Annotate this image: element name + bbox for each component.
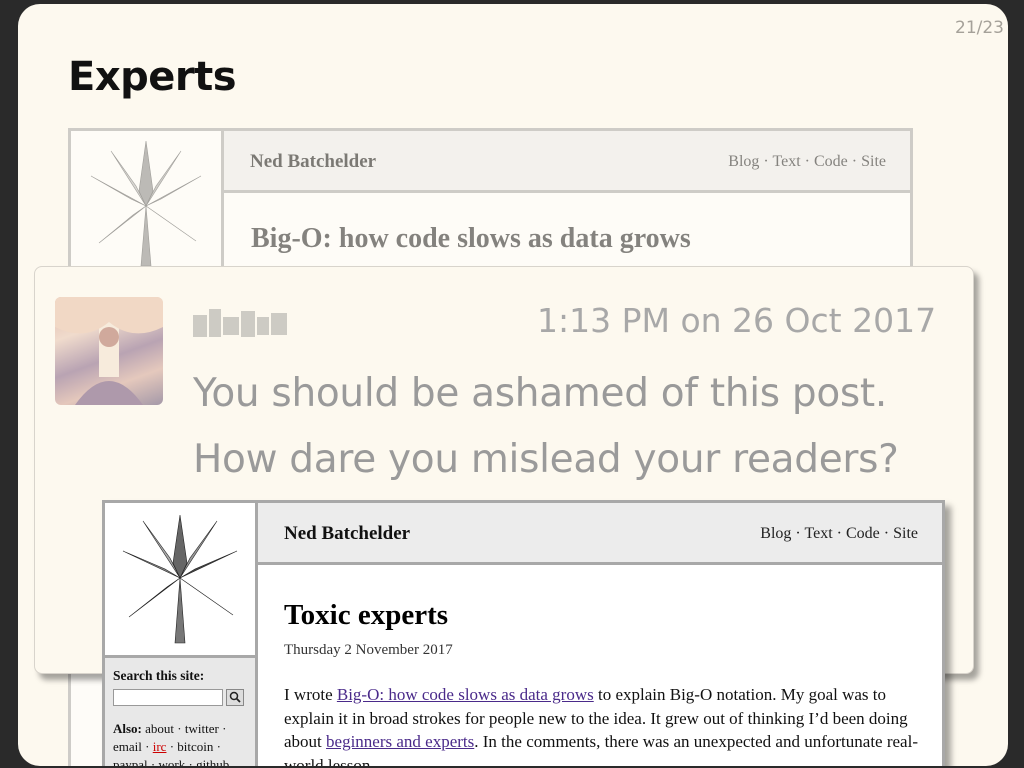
comment-text-line-2: How dare you mislead your readers? [193, 437, 899, 482]
star-logo-icon [122, 514, 238, 644]
link-github[interactable]: github [196, 757, 229, 766]
commenter-avatar [55, 297, 163, 405]
comment-timestamp: 1:13 PM on 26 Oct 2017 [537, 301, 937, 340]
star-logo-icon [90, 140, 202, 267]
blog-nav: Blog · Text · Code · Site [728, 153, 886, 170]
blog-header: Ned Batchelder Blog · Text · Code · Site [258, 503, 942, 565]
front-blog-screenshot: Search this site: Also: about · twitter … [102, 500, 945, 766]
comment-text-line-1: You should be ashamed of this post. [193, 371, 888, 416]
link-email[interactable]: email [113, 739, 142, 754]
post-date: Thursday 2 November 2017 [284, 642, 453, 658]
link-paypal[interactable]: paypal [113, 757, 148, 766]
search-icon [229, 691, 241, 703]
blog-logo-cell [105, 503, 258, 658]
nav-site[interactable]: Site [893, 525, 918, 542]
nav-text[interactable]: Text [804, 525, 832, 542]
search-button[interactable] [226, 689, 244, 706]
search-label: Search this site: [113, 668, 205, 683]
nav-text[interactable]: Text [772, 153, 800, 170]
link-beginners-experts[interactable]: beginners and experts [326, 732, 474, 751]
blog-site-name[interactable]: Ned Batchelder [250, 151, 376, 173]
link-big-o-post[interactable]: Big-O: how code slows as data grows [337, 685, 594, 704]
blog-nav: Blog · Text · Code · Site [760, 525, 918, 542]
nav-blog[interactable]: Blog [760, 525, 791, 542]
nav-site[interactable]: Site [861, 153, 886, 170]
blog-site-name[interactable]: Ned Batchelder [284, 523, 410, 545]
nav-blog[interactable]: Blog [728, 153, 759, 170]
link-work[interactable]: work [159, 757, 186, 766]
post-title: Toxic experts [284, 599, 449, 631]
link-about[interactable]: about [145, 721, 174, 736]
post-body: I wrote Big-O: how code slows as data gr… [284, 685, 918, 766]
link-twitter[interactable]: twitter [185, 721, 219, 736]
search-row [113, 689, 247, 706]
slide: 21/23 Experts Ned Batchelder Blog · Text… [18, 4, 1008, 766]
link-irc[interactable]: irc [153, 739, 167, 754]
blog-sidebar: Search this site: Also: about · twitter … [105, 658, 258, 766]
commenter-name-pixelated [193, 305, 293, 345]
post-title: Big-O: how code slows as data grows [251, 223, 691, 254]
slide-counter: 21/23 [955, 18, 1004, 38]
nav-code[interactable]: Code [814, 153, 848, 170]
also-links: Also: about · twitter · email · irc · bi… [113, 720, 247, 766]
nav-code[interactable]: Code [846, 525, 880, 542]
slide-title: Experts [68, 54, 237, 100]
link-bitcoin[interactable]: bitcoin [177, 739, 213, 754]
search-input[interactable] [113, 689, 223, 706]
blog-header: Ned Batchelder Blog · Text · Code · Site [224, 131, 910, 193]
